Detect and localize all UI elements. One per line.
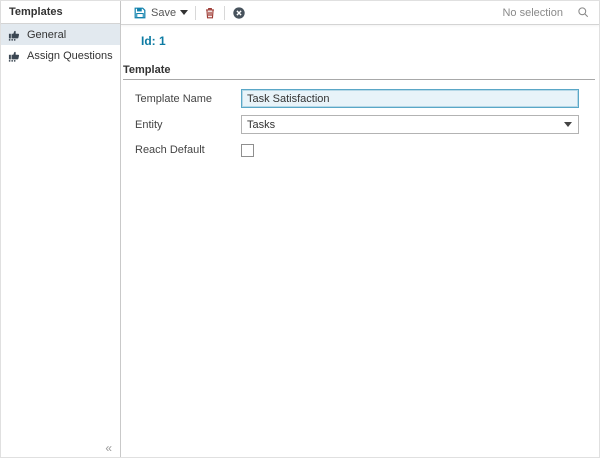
form-row-template-name: Template Name xyxy=(135,89,579,108)
toolbar-divider xyxy=(224,6,225,20)
save-dropdown-button[interactable] xyxy=(180,10,188,15)
app-window: Templates General xyxy=(0,0,600,458)
reach-default-checkbox[interactable] xyxy=(241,144,254,157)
cancel-button[interactable] xyxy=(232,6,246,20)
form-row-entity: Entity Tasks xyxy=(135,115,579,134)
trash-icon xyxy=(203,6,217,20)
toolbar-right: No selection xyxy=(502,6,591,20)
search-button[interactable] xyxy=(577,6,591,20)
thumbs-up-icon xyxy=(7,49,21,63)
record-id: Id: 1 xyxy=(121,25,599,48)
save-label: Save xyxy=(151,7,176,19)
sidebar: Templates General xyxy=(1,1,121,457)
collapse-sidebar-button[interactable]: « xyxy=(105,442,112,454)
chevron-down-icon xyxy=(564,122,572,127)
caret-down-icon xyxy=(180,10,188,15)
entity-selected-value: Tasks xyxy=(247,119,275,131)
template-section: Template Template Name Entity Tasks Reac… xyxy=(123,64,595,166)
template-form: Template Name Entity Tasks Reach Default xyxy=(123,80,595,159)
section-title: Template xyxy=(123,64,595,76)
circle-x-icon xyxy=(232,6,246,20)
form-row-reach-default: Reach Default xyxy=(135,141,579,159)
sidebar-item-label: General xyxy=(27,29,66,41)
magnifier-icon xyxy=(577,6,591,20)
toolbar-left: Save xyxy=(133,6,246,20)
thumbs-up-icon xyxy=(7,28,21,42)
template-name-input[interactable] xyxy=(241,89,579,108)
sidebar-item-general[interactable]: General xyxy=(1,24,120,45)
floppy-icon xyxy=(133,6,147,20)
delete-button[interactable] xyxy=(203,6,217,20)
save-button[interactable]: Save xyxy=(133,6,176,20)
template-name-label: Template Name xyxy=(135,93,241,105)
toolbar-divider xyxy=(195,6,196,20)
sidebar-title: Templates xyxy=(1,1,120,24)
toolbar: Save xyxy=(121,1,599,25)
main-panel: Save xyxy=(121,1,599,457)
entity-label: Entity xyxy=(135,119,241,131)
selection-status: No selection xyxy=(502,7,563,19)
sidebar-item-assign-questions[interactable]: Assign Questions xyxy=(1,45,120,66)
sidebar-item-label: Assign Questions xyxy=(27,50,113,62)
entity-select[interactable]: Tasks xyxy=(241,115,579,134)
reach-default-label: Reach Default xyxy=(135,144,241,156)
